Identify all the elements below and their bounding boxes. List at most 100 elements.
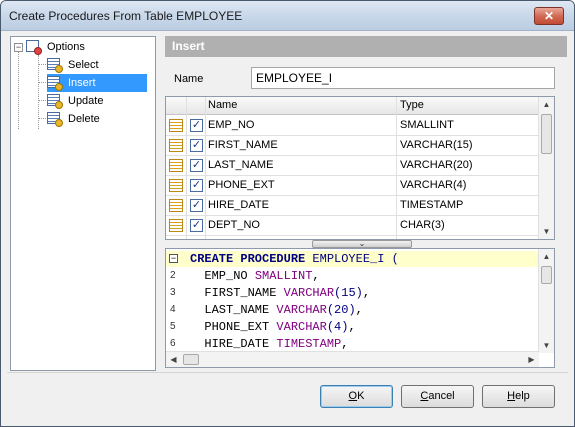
close-button[interactable]: ✕ [534,7,564,25]
editor-horizontal-scrollbar[interactable]: ◀ ▶ [166,351,539,367]
scroll-up-icon[interactable]: ▲ [539,249,554,264]
editor-vertical-scrollbar[interactable]: ▲ ▼ [538,249,554,353]
table-row[interactable]: ✓ PHONE_EXT VARCHAR(4) [166,176,540,196]
include-checkbox[interactable]: ✓ [190,159,203,172]
code-punct: , [341,337,349,351]
code-identifier: EMP_NO [190,269,255,283]
line-number: 5 [170,321,176,332]
collapse-icon[interactable]: − [14,42,23,52]
code-keyword: CREATE PROCEDURE [190,252,306,266]
include-checkbox[interactable]: ✓ [190,139,203,152]
field-icon [169,139,183,152]
table-row[interactable]: ✓ LAST_NAME VARCHAR(20) [166,156,540,176]
field-icon [169,119,183,132]
code-line: 4 LAST_NAME VARCHAR(20), [166,302,539,318]
procedure-icon [47,75,63,91]
scroll-down-icon[interactable]: ▼ [539,338,554,353]
fields-grid: Name Type ✓ EMP_NO SMALLINT ✓ FIRST_NAME… [165,96,555,240]
panel-header: Insert [165,36,567,57]
code-type: VARCHAR [283,286,335,300]
window-title: Create Procedures From Table EMPLOYEE [9,9,243,23]
scroll-up-icon[interactable]: ▲ [539,97,554,112]
table-row[interactable]: ✓ HIRE_DATE TIMESTAMP [166,196,540,216]
field-name: HIRE_DATE [208,199,269,211]
include-checkbox[interactable]: ✓ [190,219,203,232]
field-type: VARCHAR(20) [400,159,473,171]
ok-mnemonic: O [348,390,358,402]
help-button[interactable]: Help [482,385,555,408]
scroll-down-icon[interactable]: ▼ [539,224,554,239]
code-number: (15) [334,286,363,300]
field-type: TIMESTAMP [400,199,464,211]
name-label: Name [174,73,204,85]
dialog-body: − Options Select Insert Update Delete In… [7,32,568,372]
tree-item-options[interactable]: − Options [14,38,88,56]
options-tree: − Options Select Insert Update Delete [10,36,156,371]
code-identifier: EMPLOYEE_I ( [305,252,399,266]
column-header-type[interactable]: Type [400,99,424,111]
scroll-thumb[interactable] [541,114,552,154]
code-punct: , [348,320,356,334]
column-header-name[interactable]: Name [208,99,237,111]
line-number: 3 [170,287,176,298]
code-type: TIMESTAMP [276,337,342,351]
tree-line [18,51,19,129]
fold-icon[interactable]: − [169,254,178,263]
code-identifier: FIRST_NAME [190,286,284,300]
tree-item-select[interactable]: Select [47,56,102,74]
field-type: VARCHAR(15) [400,139,473,151]
field-icon [169,159,183,172]
field-icon [169,179,183,192]
table-row[interactable]: ✓ EMP_NO SMALLINT [166,116,540,136]
grid-vertical-scrollbar[interactable]: ▲ ▼ [538,97,554,239]
tree-item-label: Update [68,95,104,107]
code-line: 5 PHONE_EXT VARCHAR(4), [166,319,539,335]
scroll-right-icon[interactable]: ▶ [524,352,539,367]
code-punct: , [355,303,363,317]
field-icon [169,199,183,212]
procedure-icon [47,57,63,73]
code-identifier: HIRE_DATE [190,337,277,351]
code-line: 6 HIRE_DATE TIMESTAMP, [166,336,539,352]
field-name: FIRST_NAME [208,139,278,151]
include-checkbox[interactable]: ✓ [190,179,203,192]
tree-item-insert[interactable]: Insert [47,74,147,92]
code-line: 2 EMP_NO SMALLINT, [166,268,539,284]
code-type: SMALLINT [254,269,313,283]
line-number: 2 [170,270,176,281]
scroll-thumb[interactable] [541,266,552,284]
tree-item-label: Insert [65,76,99,90]
field-name: PHONE_EXT [208,179,275,191]
help-mnemonic: H [507,390,516,402]
dialog-footer: OK Cancel Help [7,372,568,418]
cancel-button[interactable]: Cancel [401,385,474,408]
tree-item-update[interactable]: Update [47,92,106,110]
splitter-handle[interactable]: ⌄ [312,240,412,248]
tree-item-delete[interactable]: Delete [47,110,103,128]
code-number: (4) [326,320,349,334]
ok-button[interactable]: OK [320,385,393,408]
include-checkbox[interactable]: ✓ [190,199,203,212]
help-label: elp [515,390,530,402]
field-name: LAST_NAME [208,159,274,171]
field-icon [169,219,183,232]
grid-header: Name Type [166,97,540,115]
scroll-left-icon[interactable]: ◀ [166,352,181,367]
procedure-icon [47,93,63,109]
options-icon [26,39,42,55]
code-type: VARCHAR [276,320,327,334]
field-type: SMALLINT [400,119,454,131]
procedure-icon [47,111,63,127]
scroll-thumb[interactable] [183,354,199,365]
code-number: (20) [326,303,356,317]
code-punct: , [362,286,371,300]
field-name: EMP_NO [208,119,255,131]
code-type: VARCHAR [276,303,327,317]
sql-editor[interactable]: − CREATE PROCEDURE EMPLOYEE_I ( 2 EMP_NO… [165,248,555,368]
tree-item-label: Delete [68,113,100,125]
table-row[interactable]: ✓ FIRST_NAME VARCHAR(15) [166,136,540,156]
include-checkbox[interactable]: ✓ [190,119,203,132]
procedure-name-input[interactable] [251,67,555,89]
code-punct: , [312,269,320,283]
table-row[interactable]: ✓ DEPT_NO CHAR(3) [166,216,540,236]
